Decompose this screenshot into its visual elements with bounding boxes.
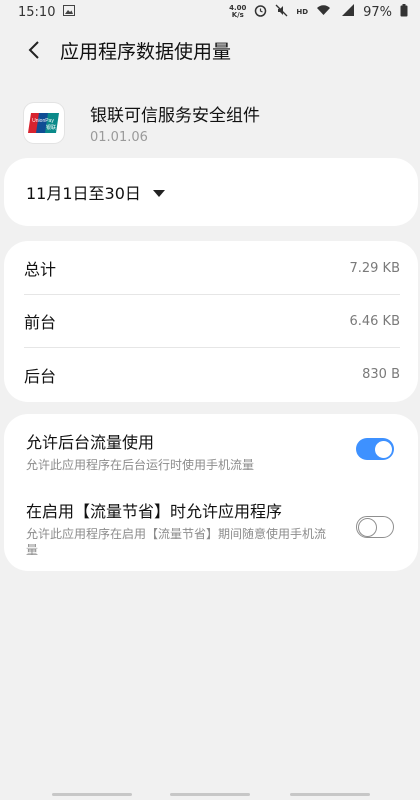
stat-row-background: 后台 830 B bbox=[24, 348, 400, 401]
wifi-icon bbox=[316, 4, 331, 20]
toggle-knob bbox=[358, 517, 377, 537]
setting-title-data-saver: 在启用【流量节省】时允许应用程序 bbox=[26, 502, 283, 521]
stat-value-foreground: 6.46 KB bbox=[349, 313, 400, 329]
setting-data-saver[interactable]: 在启用【流量节省】时允许应用程序 允许此应用程序在启用【流量节省】期间随意使用手… bbox=[26, 498, 406, 558]
dropdown-arrow-icon bbox=[152, 189, 165, 197]
nav-back-pill[interactable] bbox=[290, 793, 370, 796]
stat-row-total: 总计 7.29 KB bbox=[24, 242, 400, 295]
toggle-knob bbox=[373, 439, 393, 459]
speed-unit: K/s bbox=[231, 11, 244, 19]
mute-icon bbox=[275, 4, 288, 21]
setting-background-data[interactable]: 允许后台流量使用 允许此应用程序在后台运行时使用手机流量 bbox=[26, 429, 406, 473]
app-version: 01.01.06 bbox=[90, 130, 148, 145]
stat-row-foreground: 前台 6.46 KB bbox=[24, 295, 400, 348]
setting-title-background-data: 允许后台流量使用 bbox=[26, 433, 155, 452]
back-arrow-icon bbox=[28, 41, 39, 59]
network-speed: 4.00 K/s bbox=[229, 5, 246, 19]
stat-value-total: 7.29 KB bbox=[349, 260, 400, 276]
nav-home-pill[interactable] bbox=[170, 793, 250, 796]
stat-label-background: 后台 bbox=[24, 366, 57, 386]
back-button[interactable] bbox=[8, 24, 60, 76]
status-left: 15:10 bbox=[18, 4, 76, 20]
background-data-toggle[interactable] bbox=[356, 438, 394, 460]
nav-recents-pill[interactable] bbox=[52, 793, 132, 796]
data-saver-toggle[interactable] bbox=[356, 516, 394, 538]
unionpay-app-icon: UnionPay 银联 bbox=[24, 103, 64, 143]
battery-icon bbox=[400, 3, 408, 21]
stat-label-total: 总计 bbox=[24, 260, 57, 279]
stat-label-foreground: 前台 bbox=[24, 313, 57, 332]
app-info: UnionPay 银联 银联可信服务安全组件 01.01.06 bbox=[24, 100, 384, 146]
settings-card: 允许后台流量使用 允许此应用程序在后台运行时使用手机流量 在启用【流量节省】时允… bbox=[4, 414, 418, 571]
app-text: 银联可信服务安全组件 01.01.06 bbox=[90, 101, 260, 145]
page-title: 应用程序数据使用量 bbox=[60, 40, 232, 63]
signal-icon bbox=[339, 4, 355, 20]
setting-desc-background-data: 允许此应用程序在后台运行时使用手机流量 bbox=[26, 458, 255, 472]
app-icon-logo-text: UnionPay bbox=[32, 118, 54, 124]
app-bar: 应用程序数据使用量 bbox=[0, 24, 420, 76]
gallery-notification-icon bbox=[63, 4, 76, 20]
date-range-label: 11月1日至30日 bbox=[26, 184, 141, 203]
app-icon-logo-subtext: 银联 bbox=[46, 124, 56, 131]
navigation-bar bbox=[0, 786, 420, 800]
stat-value-background: 830 B bbox=[362, 367, 400, 382]
battery-level: 97% bbox=[363, 4, 392, 20]
usage-stats-card: 总计 7.29 KB 前台 6.46 KB 后台 830 B bbox=[4, 241, 418, 402]
app-name: 银联可信服务安全组件 bbox=[90, 106, 260, 126]
status-time: 15:10 bbox=[18, 4, 56, 20]
setting-desc-data-saver: 允许此应用程序在启用【流量节省】期间随意使用手机流量 bbox=[26, 527, 327, 557]
status-bar: 15:10 4.00 K/s HD 97% bbox=[0, 0, 420, 24]
alarm-icon bbox=[254, 4, 267, 21]
hd-indicator: HD bbox=[296, 8, 309, 16]
status-right: 4.00 K/s HD 97% bbox=[229, 3, 408, 21]
date-range-selector[interactable]: 11月1日至30日 bbox=[4, 158, 418, 226]
